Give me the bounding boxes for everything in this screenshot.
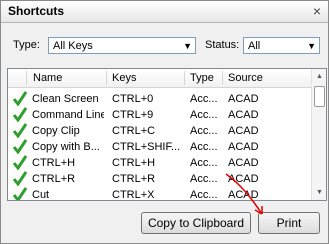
row-keys: CTRL+0 <box>112 93 154 105</box>
row-type: Acc... <box>190 141 218 153</box>
panel-title: Shortcuts <box>8 4 65 18</box>
table-row[interactable]: Copy with B... CTRL+SHIF... Acc... ACAD <box>8 139 311 155</box>
row-type: Acc... <box>190 125 218 137</box>
check-icon <box>13 155 27 170</box>
status-filter-select[interactable]: All ▼ <box>243 37 320 54</box>
scroll-down-icon[interactable]: ▼ <box>312 185 326 200</box>
row-keys: CTRL+C <box>112 125 156 137</box>
row-source: ACAD <box>228 157 259 169</box>
row-keys: CTRL+H <box>112 157 156 169</box>
check-icon <box>13 123 27 138</box>
type-filter-label: Type: <box>13 39 40 51</box>
row-name: Copy with B... <box>32 141 100 153</box>
row-name: CTRL+H <box>32 157 76 169</box>
check-icon <box>13 139 27 154</box>
scroll-up-icon[interactable]: ▲ <box>312 69 326 84</box>
column-header-source[interactable]: Source <box>228 72 263 84</box>
row-name: Clean Screen <box>32 93 99 105</box>
row-keys: CTRL+R <box>112 173 156 185</box>
column-divider <box>26 71 27 85</box>
scroll-thumb[interactable] <box>314 86 325 107</box>
row-name: Command Line <box>32 109 104 121</box>
row-source: ACAD <box>228 141 259 153</box>
print-button[interactable]: Print <box>258 212 320 234</box>
table-row[interactable]: Cut CTRL+X Acc... ACAD <box>8 187 311 201</box>
check-icon <box>13 171 27 186</box>
column-header-type[interactable]: Type <box>190 72 214 84</box>
row-name: CTRL+R <box>32 173 76 185</box>
vertical-scrollbar[interactable]: ▲ ▼ <box>311 69 326 200</box>
status-filter-value: All <box>248 40 261 52</box>
type-filter-select[interactable]: All Keys ▼ <box>48 37 196 54</box>
column-divider <box>106 71 107 85</box>
type-filter-value: All Keys <box>53 40 93 52</box>
title-bar: Shortcuts × <box>1 1 328 23</box>
row-source: ACAD <box>228 93 259 105</box>
column-header-keys[interactable]: Keys <box>112 72 136 84</box>
row-name: Cut <box>32 189 50 201</box>
table-row[interactable]: CTRL+R CTRL+R Acc... ACAD <box>8 171 311 187</box>
check-icon <box>13 91 27 106</box>
chevron-down-icon: ▼ <box>307 41 316 51</box>
shortcuts-panel: Shortcuts × Type: All Keys ▼ Status: All… <box>0 0 329 244</box>
table-row[interactable]: Copy Clip CTRL+C Acc... ACAD <box>8 123 311 139</box>
row-source: ACAD <box>228 125 259 137</box>
column-divider <box>222 71 223 85</box>
close-icon[interactable]: × <box>310 4 324 18</box>
shortcuts-list[interactable]: Name Keys Type Source Clean Screen CTRL+… <box>7 68 327 201</box>
row-source: ACAD <box>228 109 259 121</box>
column-divider <box>184 71 185 85</box>
row-keys: CTRL+X <box>112 189 155 201</box>
table-row[interactable]: Clean Screen CTRL+0 Acc... ACAD <box>8 91 311 107</box>
status-filter-label: Status: <box>205 39 240 51</box>
list-header: Name Keys Type Source <box>8 69 311 88</box>
check-icon <box>13 187 27 200</box>
chevron-down-icon: ▼ <box>183 41 192 51</box>
row-type: Acc... <box>190 93 218 105</box>
table-row[interactable]: Command Line CTRL+9 Acc... ACAD <box>8 107 311 123</box>
copy-to-clipboard-button[interactable]: Copy to Clipboard <box>141 212 251 234</box>
row-type: Acc... <box>190 189 218 201</box>
row-type: Acc... <box>190 173 218 185</box>
row-source: ACAD <box>228 189 259 201</box>
row-keys: CTRL+9 <box>112 109 154 121</box>
row-name: Copy Clip <box>32 125 80 137</box>
row-type: Acc... <box>190 109 218 121</box>
table-row[interactable]: CTRL+H CTRL+H Acc... ACAD <box>8 155 311 171</box>
column-header-name[interactable]: Name <box>33 72 62 84</box>
row-keys: CTRL+SHIF... <box>112 141 181 153</box>
row-source: ACAD <box>228 173 259 185</box>
check-icon <box>13 107 27 122</box>
row-type: Acc... <box>190 157 218 169</box>
